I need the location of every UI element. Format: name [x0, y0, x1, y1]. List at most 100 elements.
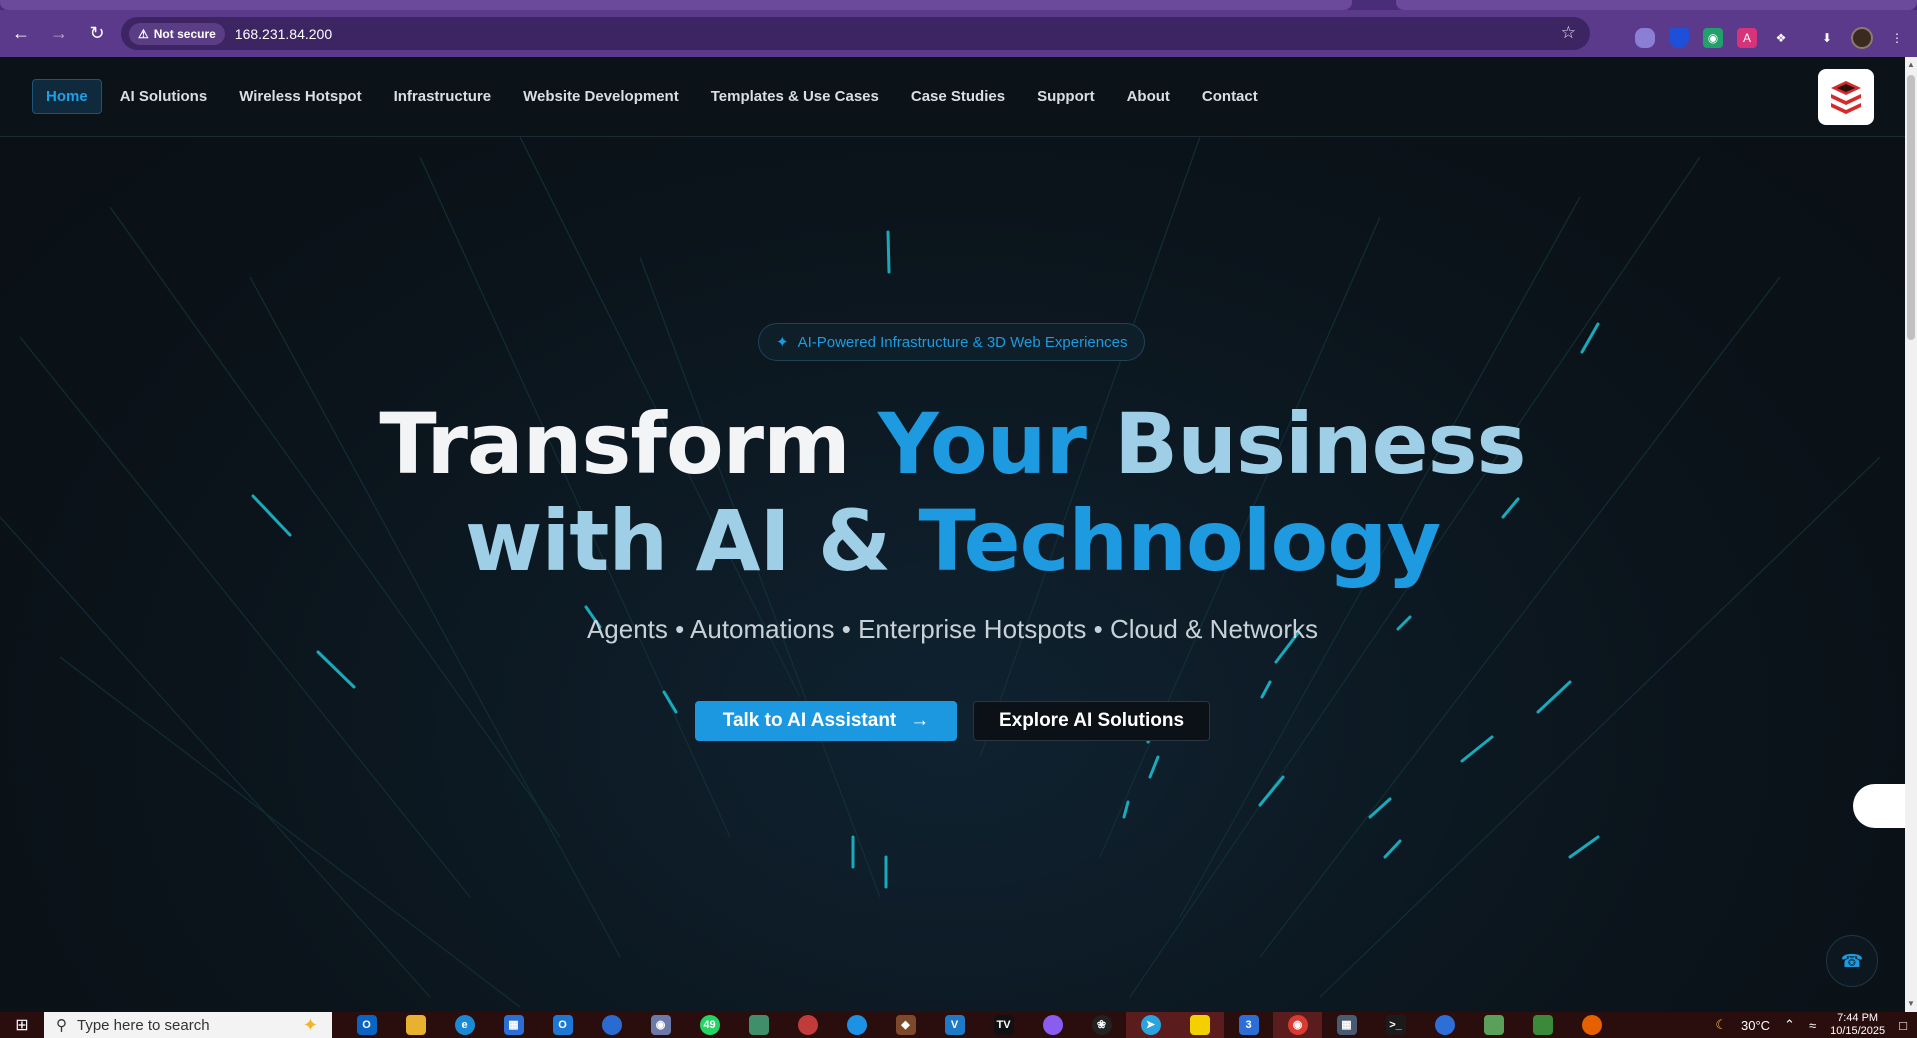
clock[interactable]: 7:44 PM 10/15/2025	[1830, 1012, 1885, 1038]
scroll-down-icon[interactable]: ▼	[1905, 998, 1917, 1010]
reload-icon[interactable]: ↻	[80, 17, 114, 51]
page-scrollbar[interactable]: ▲ ▼	[1905, 57, 1917, 1012]
terminal-icon[interactable]: >_	[1371, 1012, 1420, 1038]
chatgpt-icon[interactable]: ❀	[1077, 1012, 1126, 1038]
security-label: Not secure	[153, 26, 216, 41]
url-text[interactable]: 168.231.84.200	[235, 26, 332, 42]
star-icon[interactable]: ☆	[1561, 23, 1576, 43]
hero-subtitle: Agents • Automations • Enterprise Hotspo…	[586, 614, 1319, 644]
scroll-up-icon[interactable]: ▲	[1905, 59, 1917, 71]
nav-wireless-hotspot[interactable]: Wireless Hotspot	[225, 79, 375, 114]
app-car-icon[interactable]	[783, 1012, 832, 1038]
weather-temperature[interactable]: 30°C	[1741, 1018, 1770, 1033]
outlook-icon[interactable]: O	[342, 1012, 391, 1038]
address-bar[interactable]: ⚠ Not secure 168.231.84.200 ☆	[121, 17, 1590, 50]
headline-word: Business	[1114, 395, 1526, 493]
nav-templates-use-cases[interactable]: Templates & Use Cases	[697, 79, 893, 114]
site-logo[interactable]	[1818, 69, 1874, 125]
extension-cloud-icon[interactable]	[1635, 28, 1655, 48]
app-green-icon[interactable]	[734, 1012, 783, 1038]
browser-toolbar: ← → ↻ ⚠ Not secure 168.231.84.200 ☆ ◉ A …	[0, 10, 1917, 57]
taskbar-apps: O e ▦ O ◉ 49 ◆ V TV ❀ ➤ 3 ◉ ▦ >_	[342, 1012, 1616, 1038]
sticky-notes-icon[interactable]	[1175, 1012, 1224, 1038]
files-icon[interactable]	[1518, 1012, 1567, 1038]
tab-strip	[0, 0, 1917, 10]
os-taskbar: ⊞ ⚲ Type here to search ✦ O e ▦ O ◉ 49 ◆…	[0, 1012, 1917, 1038]
tradingview-icon[interactable]: TV	[979, 1012, 1028, 1038]
browser-chrome: ← → ↻ ⚠ Not secure 168.231.84.200 ☆ ◉ A …	[0, 0, 1917, 57]
edge-icon[interactable]: e	[440, 1012, 489, 1038]
inactive-tab[interactable]	[1396, 0, 1917, 10]
browser-globe-icon[interactable]	[587, 1012, 636, 1038]
arrow-right-icon: →	[910, 710, 930, 731]
clock-time: 7:44 PM	[1837, 1012, 1879, 1024]
headline-word: Transform	[379, 395, 850, 493]
search-icon: ⚲	[56, 1017, 67, 1034]
nav-home[interactable]: Home	[32, 79, 102, 114]
forward-icon[interactable]: →	[42, 17, 76, 51]
extension-pink-icon[interactable]: A	[1737, 28, 1757, 48]
headline-word: Your	[877, 395, 1087, 493]
headline-word: with	[464, 492, 668, 590]
extension-row: ◉ A ❖ ⬇ ⋮	[1635, 27, 1907, 49]
clock-date: 10/15/2025	[1830, 1025, 1886, 1037]
store-icon[interactable]: ▦	[489, 1012, 538, 1038]
nav-about[interactable]: About	[1113, 79, 1184, 114]
talk-to-ai-label: Talk to AI Assistant	[722, 710, 897, 731]
weather-moon-icon: ☾	[1715, 1017, 1727, 1032]
nav-website-development[interactable]: Website Development	[509, 79, 693, 114]
windows-start-icon[interactable]: ⊞	[0, 1012, 44, 1038]
side-widget-tab[interactable]	[1853, 784, 1905, 828]
sparkles-icon: ✦	[776, 334, 789, 351]
git-icon[interactable]: ◆	[881, 1012, 930, 1038]
vscode-icon[interactable]: V	[930, 1012, 979, 1038]
phone-icon: ☎	[1840, 950, 1864, 971]
extensions-icon[interactable]: ❖	[1771, 28, 1791, 48]
chevron-up-icon[interactable]: ⌃	[1784, 1017, 1795, 1033]
extension-green-icon[interactable]: ◉	[1703, 28, 1723, 48]
wifi-icon[interactable]: ≈	[1809, 1018, 1816, 1033]
telegram-icon[interactable]: ➤	[1126, 1012, 1175, 1038]
nav-case-studies[interactable]: Case Studies	[897, 79, 1019, 114]
nav-contact[interactable]: Contact	[1188, 79, 1272, 114]
stack-logo-icon	[1831, 81, 1861, 114]
globe-app-icon[interactable]	[1420, 1012, 1469, 1038]
warning-icon: ⚠	[138, 26, 149, 41]
chrome-icon[interactable]: ◉	[1273, 1012, 1322, 1038]
security-chip[interactable]: ⚠ Not secure	[129, 22, 225, 45]
file-explorer-icon[interactable]	[391, 1012, 440, 1038]
site-navigation: Home AI Solutions Wireless Hotspot Infra…	[0, 57, 1905, 137]
copilot-sparkle-icon: ✦	[302, 1014, 318, 1035]
firefox-icon[interactable]	[1567, 1012, 1616, 1038]
outlook-new-icon[interactable]: O	[538, 1012, 587, 1038]
web-page: Home AI Solutions Wireless Hotspot Infra…	[0, 57, 1905, 1012]
menu-icon[interactable]: ⋮	[1887, 28, 1907, 48]
headline-word: Technology	[918, 492, 1442, 590]
explore-ai-solutions-button[interactable]: Explore AI Solutions	[973, 701, 1210, 741]
word-icon[interactable]: 3	[1224, 1012, 1273, 1038]
nav-support[interactable]: Support	[1023, 79, 1109, 114]
copilot-icon[interactable]	[1028, 1012, 1077, 1038]
camera-icon[interactable]: ◉	[636, 1012, 685, 1038]
profile-avatar[interactable]	[1851, 27, 1873, 49]
docker-icon[interactable]	[832, 1012, 881, 1038]
back-icon[interactable]: ←	[4, 17, 38, 51]
scrollbar-thumb[interactable]	[1907, 75, 1915, 340]
phone-call-button[interactable]: ☎	[1826, 935, 1878, 987]
nav-ai-solutions[interactable]: AI Solutions	[106, 79, 222, 114]
headline-word: AI	[695, 492, 790, 590]
active-tab[interactable]	[0, 0, 1352, 10]
notepad-icon[interactable]	[1469, 1012, 1518, 1038]
explore-ai-solutions-label: Explore AI Solutions	[998, 710, 1185, 731]
notifications-icon[interactable]: □	[1899, 1018, 1907, 1033]
headline-line-1: Transform Your Business	[0, 402, 1905, 486]
download-icon[interactable]: ⬇	[1817, 28, 1837, 48]
talk-to-ai-button[interactable]: Talk to AI Assistant →	[695, 701, 957, 741]
headline-line-2: with AI & Technology	[0, 499, 1905, 583]
whatsapp-icon[interactable]: 49	[685, 1012, 734, 1038]
extension-shield-icon[interactable]	[1669, 28, 1689, 48]
nav-infrastructure[interactable]: Infrastructure	[380, 79, 506, 114]
taskbar-search[interactable]: ⚲ Type here to search ✦	[44, 1012, 332, 1038]
calculator-icon[interactable]: ▦	[1322, 1012, 1371, 1038]
system-tray: ☾ 30°C ⌃ ≈ 7:44 PM 10/15/2025 □	[1715, 1012, 1917, 1038]
